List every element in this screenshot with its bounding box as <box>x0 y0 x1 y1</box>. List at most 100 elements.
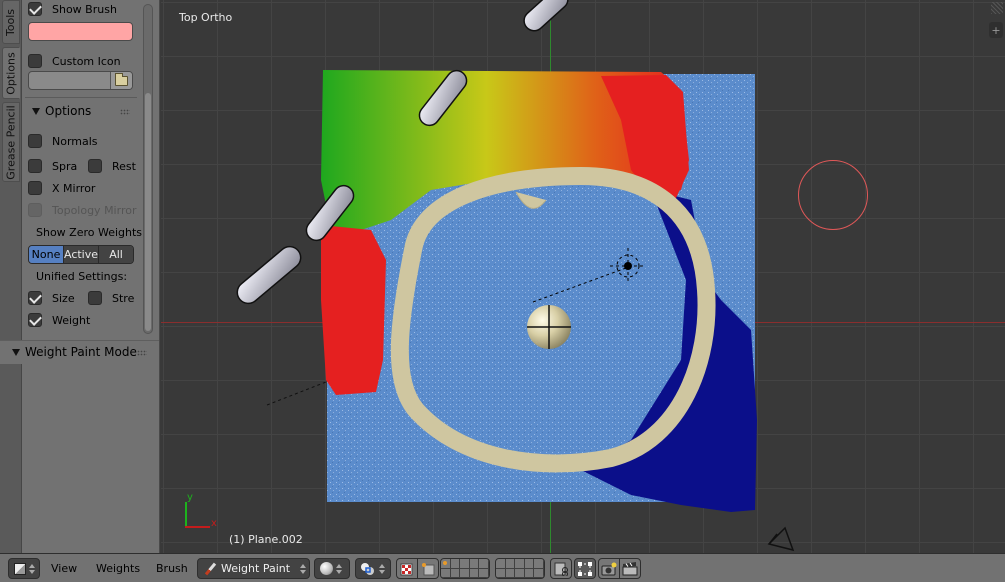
show-brush-checkbox[interactable]: Show Brush <box>28 0 117 18</box>
tab-tools[interactable]: Tools <box>2 0 20 44</box>
cube-icon <box>14 562 26 575</box>
unified-weight-checkbox[interactable]: Weight <box>28 311 90 329</box>
checkbox-box[interactable] <box>28 159 42 173</box>
checkbox-box <box>28 203 42 217</box>
menu-view[interactable]: View <box>51 562 77 575</box>
mode-selector[interactable]: Weight Paint <box>197 558 310 579</box>
view-name-label: Top Ortho <box>179 11 233 24</box>
tab-tools-label: Tools <box>4 8 18 36</box>
brush-cursor-circle <box>798 160 868 230</box>
custom-icon-path-field[interactable] <box>28 71 133 90</box>
scrollbar-thumb[interactable] <box>145 93 151 331</box>
updown-arrows-icon <box>300 563 306 575</box>
mode-label: Weight Paint <box>221 562 291 575</box>
brush-color-swatch[interactable] <box>28 22 133 41</box>
checkbox-box[interactable] <box>28 54 42 68</box>
checkbox-box[interactable] <box>88 291 102 305</box>
tool-shelf: Tools Options Grease Pencil Show Brush C… <box>0 0 160 553</box>
custom-icon-label: Custom Icon <box>52 54 121 68</box>
tab-grease-pencil[interactable]: Grease Pencil <box>2 102 20 182</box>
show-brush-label: Show Brush <box>52 2 117 16</box>
spray-checkbox[interactable]: Spra <box>28 157 77 175</box>
updown-arrows-icon <box>379 563 385 575</box>
tab-grease-pencil-label: Grease Pencil <box>4 104 18 180</box>
opengl-render-icon <box>601 562 617 575</box>
topology-mirror-checkbox: Topology Mirror <box>28 201 136 219</box>
zero-weights-active-button[interactable]: Active <box>63 246 100 263</box>
unified-size-label: Size <box>52 291 75 305</box>
checkbox-box[interactable] <box>28 181 42 195</box>
opengl-animation-button[interactable] <box>619 558 641 579</box>
lock-camera-layers-toggle[interactable] <box>550 558 572 579</box>
bone-capsule[interactable] <box>520 0 572 35</box>
restore-checkbox[interactable]: Rest <box>88 157 136 175</box>
spray-label: Spra <box>52 159 78 173</box>
expand-triangle-icon <box>12 348 20 356</box>
updown-arrows-icon <box>336 563 342 575</box>
checkbox-box[interactable] <box>28 313 42 327</box>
x-mirror-label: X Mirror <box>52 181 96 195</box>
unified-strength-checkbox[interactable]: Stre <box>88 289 134 307</box>
folder-icon <box>115 72 128 86</box>
unified-strength-label: Stre <box>112 291 135 305</box>
checkbox-box[interactable] <box>28 291 42 305</box>
x-axis-indicator <box>185 526 210 528</box>
bone-capsule[interactable] <box>233 242 305 308</box>
checkbox-box[interactable] <box>28 2 42 16</box>
3d-viewport[interactable]: Top Ortho (1) Plane.002 y x + <box>161 0 1005 553</box>
custom-icon-checkbox[interactable]: Custom Icon <box>28 52 121 70</box>
normals-label: Normals <box>52 134 98 148</box>
zero-weights-all-button[interactable]: All <box>99 246 133 263</box>
weight-paint-mode-header[interactable]: Weight Paint Mode <box>12 345 137 359</box>
vertex-mask-toggle[interactable] <box>417 558 439 579</box>
properties-region-toggle[interactable]: + <box>989 22 1003 38</box>
y-axis-indicator <box>185 502 187 528</box>
face-mask-toggle[interactable] <box>396 558 418 579</box>
x-mirror-checkbox[interactable]: X Mirror <box>28 179 95 197</box>
x-axis-label: x <box>211 518 217 529</box>
topology-mirror-label: Topology Mirror <box>52 203 137 217</box>
weight-paint-mode-section[interactable]: Weight Paint Mode <box>0 340 159 364</box>
weight-heat-left <box>321 225 386 395</box>
y-axis-label: y <box>187 492 193 503</box>
shelf-scrollbar[interactable] <box>143 4 153 334</box>
shelf-tabs: Tools Options Grease Pencil <box>0 0 22 553</box>
updown-arrows-icon <box>29 563 35 575</box>
show-zero-weights-label: Show Zero Weights: <box>36 226 146 239</box>
pivot-icon <box>361 562 374 575</box>
drag-grip-icon[interactable] <box>120 109 130 115</box>
snap-toggle[interactable] <box>574 558 596 579</box>
scene-mesh[interactable] <box>161 0 1005 553</box>
checkbox-box[interactable] <box>88 159 102 173</box>
opengl-render-button[interactable] <box>598 558 620 579</box>
tab-options[interactable]: Options <box>2 47 20 99</box>
blender-window: Tools Options Grease Pencil Show Brush C… <box>0 0 1005 582</box>
vertex-select-mask-icon <box>422 562 435 575</box>
tab-options-label: Options <box>4 51 18 95</box>
opengl-animation-icon <box>622 561 638 575</box>
show-zero-weights-selector[interactable]: None Active All <box>28 245 134 264</box>
unified-weight-label: Weight <box>52 313 91 327</box>
menu-brush[interactable]: Brush <box>156 562 188 575</box>
drag-grip-icon[interactable] <box>137 350 147 356</box>
expand-triangle-icon <box>32 107 40 115</box>
view-axes-gizmo: y x <box>183 492 223 529</box>
pivot-point-selector[interactable] <box>355 558 391 579</box>
editor-type-selector[interactable] <box>8 558 40 579</box>
camera-object[interactable] <box>767 526 795 552</box>
file-browse-button[interactable] <box>110 72 132 89</box>
options-section-header[interactable]: Options <box>32 104 91 118</box>
area-split-corner[interactable] <box>991 2 1003 14</box>
scene-layers-grid-1[interactable] <box>440 558 490 579</box>
normals-checkbox[interactable]: Normals <box>28 132 98 150</box>
scene-layers-grid-2[interactable] <box>495 558 545 579</box>
checkbox-box[interactable] <box>28 134 42 148</box>
viewport-shading-selector[interactable] <box>314 558 350 579</box>
lock-camera-icon <box>554 562 568 576</box>
restore-label: Rest <box>112 159 136 173</box>
header-empty-area <box>660 558 1005 579</box>
zero-weights-none-button[interactable]: None <box>29 246 64 263</box>
unified-size-checkbox[interactable]: Size <box>28 289 75 307</box>
menu-weights[interactable]: Weights <box>96 562 140 575</box>
3d-view-header: View Weights Brush Weight Paint <box>0 553 1005 582</box>
